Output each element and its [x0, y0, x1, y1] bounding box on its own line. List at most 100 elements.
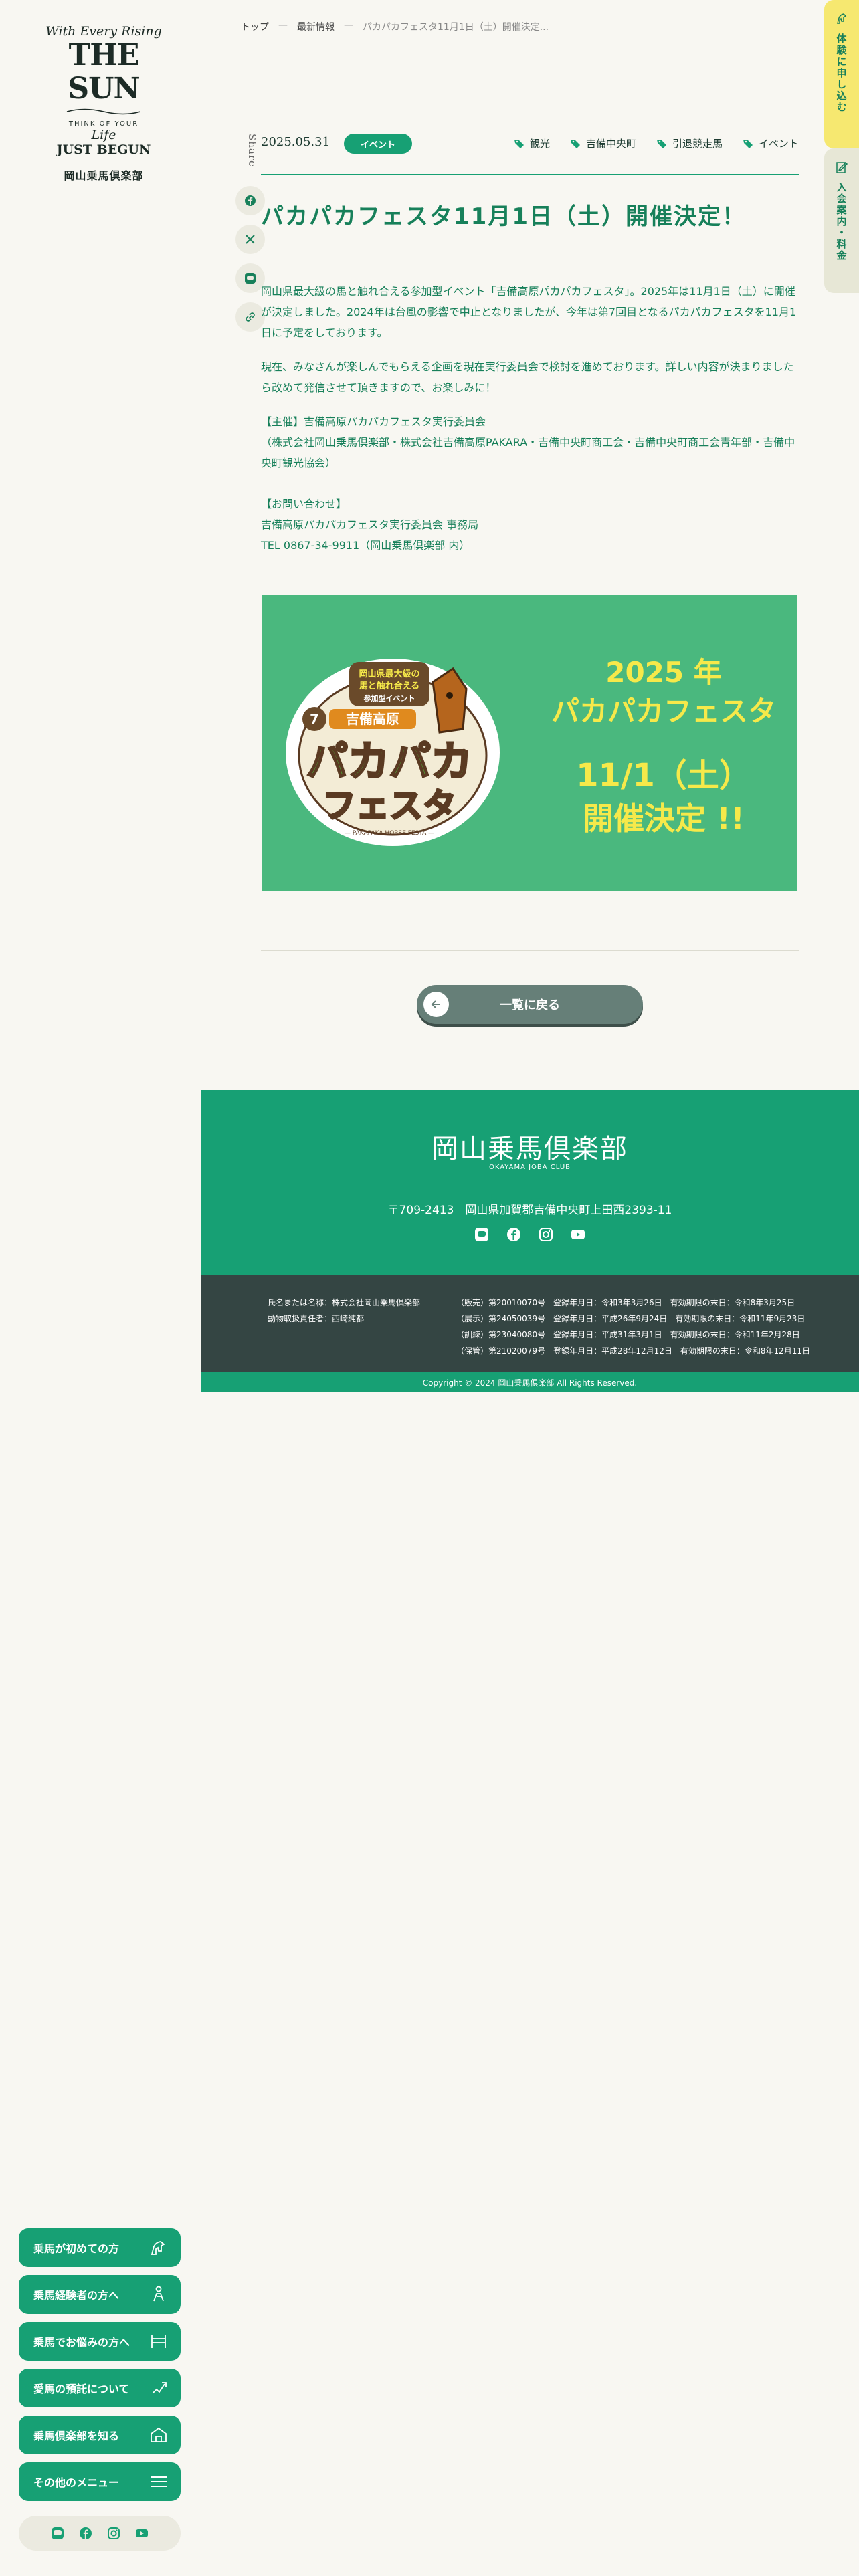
membership-fee-tab[interactable]: 入会案内・料金 [824, 148, 859, 293]
document-edit-icon [836, 161, 848, 173]
trial-signup-tab[interactable]: 体験に申し込む [824, 0, 859, 148]
menu-label: 乗馬でお悩みの方へ [33, 2336, 130, 2349]
tag-label: イベント [758, 138, 799, 150]
tag-label: 吉備中央町 [585, 138, 636, 150]
meta-divider [261, 174, 799, 175]
menu-label: その他のメニュー [33, 2476, 120, 2489]
menu-label: 愛馬の預託について [33, 2383, 130, 2395]
hurdle-icon [151, 2335, 166, 2348]
banner-decided: 開催決定 !! [583, 800, 745, 837]
youtube-icon[interactable] [571, 1227, 585, 1242]
tag-item[interactable]: イベント [743, 136, 799, 150]
logo-title: THE SUN [68, 38, 140, 106]
stable-icon [151, 2427, 167, 2442]
line-icon[interactable] [51, 2527, 64, 2540]
breadcrumb-news[interactable]: 最新情報 [297, 20, 335, 33]
footer-address: 〒709-2413 岡山県加賀郡吉備中央町上田西2393-11 [387, 1204, 672, 1217]
badge-place: 吉備高原 [346, 711, 399, 727]
category-badge[interactable]: イベント [344, 134, 412, 154]
back-button-label: 一覧に戻る [500, 998, 560, 1012]
facebook-icon[interactable] [79, 2527, 92, 2540]
back-to-list-button[interactable]: 一覧に戻る [417, 985, 643, 1024]
site-footer: 岡山乗馬倶楽部 OKAYAMA JOBA CLUB 〒709-2413 岡山県加… [201, 1090, 859, 1275]
tag-icon [743, 139, 753, 148]
tag-item[interactable]: 吉備中央町 [570, 136, 636, 150]
tag-list: 観光 吉備中央町 引退競走馬 イベント [514, 136, 799, 150]
registration-line: （展示）第24050039号 登録年月日：平成26年9月24日 有効期限の末日：… [456, 1314, 805, 1323]
logo-script-top: With Every Rising [45, 24, 162, 39]
menu-about-club-button[interactable]: 乗馬倶楽部を知る [19, 2416, 181, 2454]
menu-label: 乗馬が初めての方 [33, 2242, 120, 2255]
horse-icon [151, 2241, 165, 2255]
article-date: 2025.05.31 [261, 135, 330, 149]
horse-care-icon [152, 2382, 167, 2394]
instagram-icon[interactable] [107, 2527, 120, 2540]
menu-social-links [19, 2516, 181, 2551]
logo-script-mid: Life [91, 128, 116, 142]
badge-main: パカパカ [306, 737, 472, 786]
registration-right: （販売）第20010070号 登録年月日：令和3年3月26日 有効期限の末日：令… [456, 1295, 810, 1359]
breadcrumb-home[interactable]: トップ [241, 20, 269, 33]
menu-experienced-button[interactable]: 乗馬経験者の方へ [19, 2275, 181, 2314]
footer-social-links [201, 1227, 859, 1242]
instagram-icon[interactable] [539, 1227, 553, 1242]
youtube-icon[interactable] [135, 2527, 149, 2540]
registration-info: 氏名または名称：株式会社岡山乗馬倶楽部 動物取扱責任者：西崎純都 （販売）第20… [201, 1275, 859, 1372]
menu-troubles-button[interactable]: 乗馬でお悩みの方へ [19, 2322, 181, 2361]
logo-flourish-icon [66, 108, 141, 115]
logo-line1: THINK OF YOUR [68, 120, 139, 128]
registration-line: 動物取扱責任者：西崎純都 [268, 1314, 365, 1323]
article-title: パカパカフェスタ11月1日（土）開催決定！ [261, 203, 746, 230]
contact-name: 吉備高原パカパカフェスタ実行委員会 事務局 [261, 518, 479, 531]
registration-line: （保管）第21020079号 登録年月日：平成28年12月12日 有効期限の末日… [456, 1346, 811, 1356]
article-paragraph: 岡山県最大級の馬と触れ合える参加型イベント「吉備高原パカパカフェスタ」。2025… [261, 285, 797, 339]
festa-badge-image: 岡山県最大級の 馬と触れ合える 参加型イベント 7 吉備高原 パカパカ フェスタ… [286, 659, 500, 846]
registration-line: （販売）第20010070号 登録年月日：令和3年3月26日 有効期限の末日：令… [456, 1298, 795, 1307]
tag-icon [656, 139, 666, 148]
registration-left: 氏名または名称：株式会社岡山乗馬倶楽部 動物取扱責任者：西崎純都 [268, 1295, 420, 1327]
trial-tab-label: 体験に申し込む [835, 33, 848, 113]
logo-line2: JUST BEGUN [56, 142, 151, 157]
tag-icon [514, 139, 524, 148]
organizer-label: 【主催】吉備高原パカパカフェスタ実行委員会 [261, 415, 486, 428]
breadcrumb-separator: — [344, 20, 353, 31]
badge-footer: — PAKAPAKA HORSE FESTA — [345, 830, 434, 837]
registration-line: 氏名または名称：株式会社岡山乗馬倶楽部 [268, 1298, 421, 1307]
fee-tab-label: 入会案内・料金 [835, 182, 848, 261]
copyright: Copyright © 2024 岡山乗馬倶楽部 All Rights Rese… [201, 1372, 859, 1392]
menu-horse-boarding-button[interactable]: 愛馬の預託について [19, 2369, 181, 2407]
organizer-detail: （株式会社岡山乗馬倶楽部・株式会社吉備高原PAKARA・吉備中央町商工会・吉備中… [261, 436, 795, 469]
badge-line2: 馬と触れ合える [359, 681, 420, 691]
menu-label: 乗馬経験者の方へ [33, 2289, 120, 2302]
breadcrumb: トップ — 最新情報 — パカパカフェスタ11月1日（土）開催決定... [241, 20, 549, 33]
menu-other-button[interactable]: その他のメニュー [19, 2462, 181, 2501]
banner-year: 2025 年 [605, 656, 722, 689]
banner-date: 11/1（土） [576, 757, 751, 794]
tag-item[interactable]: 観光 [514, 136, 550, 150]
share-label: Share [246, 134, 258, 167]
site-logo[interactable]: With Every Rising THE SUN THINK OF YOUR … [40, 24, 167, 183]
rider-icon [153, 2286, 164, 2302]
article-paragraph: 現在、みなさんが楽しんでもらえる企画を現在実行委員会で検討を進めております。詳し… [261, 360, 794, 394]
tag-icon [570, 139, 580, 148]
facebook-icon[interactable] [506, 1227, 521, 1242]
article-body: 岡山県最大級の馬と触れ合える参加型イベント「吉備高原パカパカフェスタ」。2025… [261, 281, 800, 569]
club-name: 岡山乗馬倶楽部 [64, 169, 144, 182]
footer-logo[interactable]: 岡山乗馬倶楽部 [201, 1127, 859, 1166]
registration-line: （訓練）第23040080号 登録年月日：平成31年3月1日 有効期限の末日：令… [456, 1330, 800, 1339]
article-divider [261, 950, 799, 951]
badge-number: 7 [310, 711, 319, 727]
facebook-icon [245, 195, 256, 206]
breadcrumb-separator: — [278, 20, 288, 31]
footer-logo-sub: OKAYAMA JOBA CLUB [488, 1164, 571, 1171]
menu-label: 乗馬倶楽部を知る [33, 2430, 120, 2442]
horse-icon [837, 13, 847, 24]
link-icon [246, 312, 255, 322]
menu-beginners-button[interactable]: 乗馬が初めての方 [19, 2228, 181, 2267]
back-arrow-icon [423, 992, 449, 1017]
line-icon[interactable] [474, 1227, 489, 1242]
event-banner: 岡山県最大級の 馬と触れ合える 参加型イベント 7 吉備高原 パカパカ フェスタ… [262, 595, 797, 891]
contact-tel[interactable]: TEL 0867-34-9911（岡山乗馬倶楽部 内） [261, 535, 800, 556]
tag-item[interactable]: 引退競走馬 [656, 136, 723, 150]
breadcrumb-current: パカパカフェスタ11月1日（土）開催決定... [363, 22, 549, 33]
